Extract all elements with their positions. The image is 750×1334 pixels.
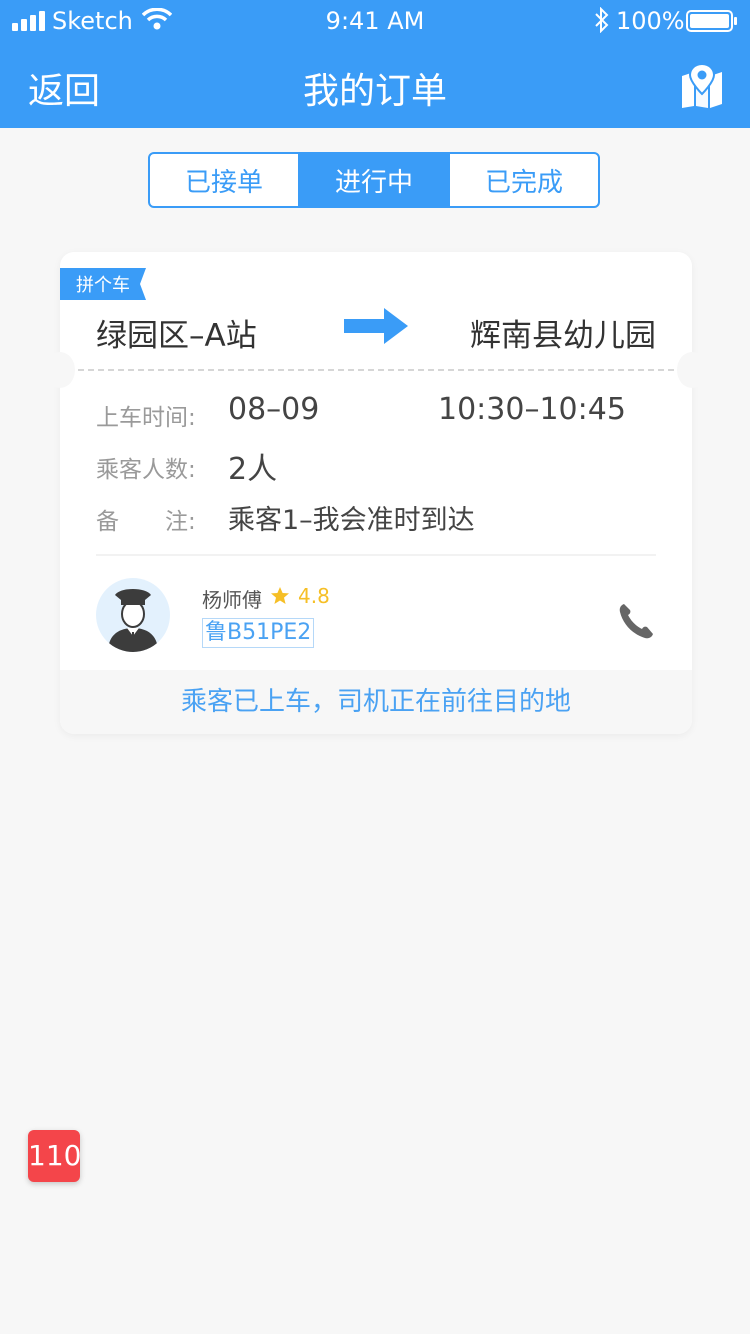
ride-type-label: 拼个车 <box>76 275 130 296</box>
trip-status: 乘客已上车，司机正在前往目的地 <box>60 670 692 734</box>
battery-icon <box>686 10 737 32</box>
arrow-right-icon <box>344 308 408 344</box>
star-icon <box>271 587 289 604</box>
tab-accepted[interactable]: 已接单 <box>150 154 298 206</box>
origin-station: 绿园区–A站 <box>96 318 257 354</box>
pickup-date: 08–09 <box>228 392 320 427</box>
ticket-notch-right <box>677 352 707 388</box>
destination: 辉南县幼儿园 <box>470 318 656 354</box>
tab-in-progress[interactable]: 进行中 <box>298 154 448 206</box>
header: Sketch 9:41 AM 100% 返回 我的订单 <box>0 0 750 128</box>
order-card[interactable]: 拼个车 绿园区–A站 辉南县幼儿园 上车时间: 08–09 10:30–10:4… <box>45 252 707 734</box>
order-tabs: 已接单 进行中 已完成 <box>148 152 600 208</box>
emergency-call-button[interactable]: 110 <box>28 1130 81 1182</box>
dashed-divider <box>78 369 674 371</box>
divider <box>96 554 656 556</box>
pickup-time-label: 上车时间: <box>96 405 196 431</box>
tab-completed[interactable]: 已完成 <box>448 154 598 206</box>
page-title: 我的订单 <box>302 71 447 112</box>
status-bar: Sketch 9:41 AM 100% <box>0 0 750 44</box>
passenger-count: 2人 <box>228 452 278 487</box>
phone-icon[interactable] <box>618 602 654 640</box>
note-text: 乘客1–我会准时到达 <box>228 505 475 536</box>
driver-avatar <box>96 578 170 652</box>
pickup-time-window: 10:30–10:45 <box>438 392 626 427</box>
driver-name: 杨师傅 <box>202 588 262 612</box>
driver-rating: 4.8 <box>298 584 330 608</box>
ticket-notch-left <box>45 352 75 388</box>
note-label: 备 注: <box>96 509 196 535</box>
battery-percent: 100% <box>616 7 685 35</box>
passengers-label: 乘客人数: <box>96 457 196 483</box>
bluetooth-icon <box>595 7 609 33</box>
license-plate: 鲁B51PE2 <box>202 618 315 648</box>
driver-icon <box>108 589 158 652</box>
map-pin-icon[interactable] <box>680 64 724 108</box>
